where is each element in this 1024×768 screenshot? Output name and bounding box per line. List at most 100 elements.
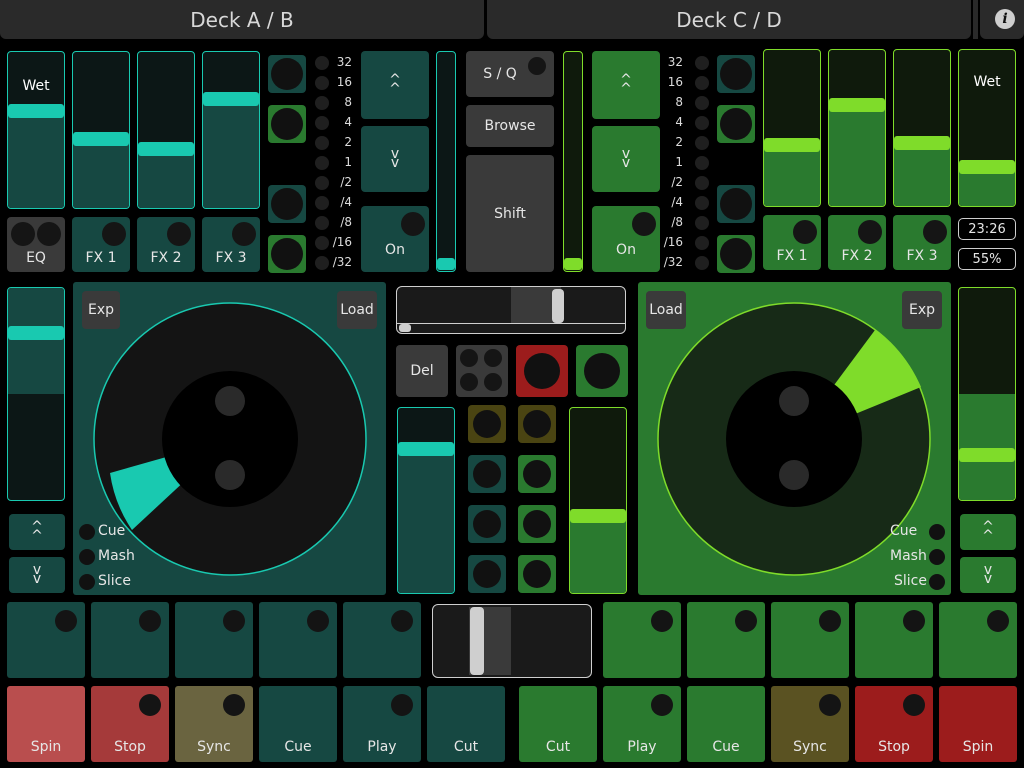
center-pad-7[interactable]	[468, 555, 506, 593]
crossfader[interactable]	[432, 604, 592, 678]
left-loop-up-button[interactable]: ^ ^	[361, 51, 429, 119]
left-pad-5[interactable]	[343, 602, 421, 678]
left-spin-pad[interactable]: Spin	[7, 686, 85, 762]
right-fx2-slider[interactable]	[828, 49, 886, 207]
right-stop-pad[interactable]: Stop	[855, 686, 933, 762]
left-loop-btn-4[interactable]	[268, 235, 306, 273]
right-loop-led[interactable]	[695, 196, 709, 210]
left-volume-handle[interactable]	[8, 326, 64, 340]
left-fx2-handle[interactable]	[138, 142, 194, 156]
left-stop-pad[interactable]: Stop	[91, 686, 169, 762]
right-fx1-handle[interactable]	[764, 138, 820, 152]
left-loop-btn-1[interactable]	[268, 55, 306, 93]
left-channel-fader[interactable]	[397, 407, 455, 594]
right-play-pad[interactable]: Play	[603, 686, 681, 762]
right-loop-led[interactable]	[695, 96, 709, 110]
left-wet-handle[interactable]	[8, 104, 64, 118]
right-pitch-bar[interactable]	[563, 51, 583, 272]
browse-button[interactable]: Browse	[466, 105, 554, 147]
right-pad-5[interactable]	[939, 602, 1017, 678]
left-fx1-button[interactable]: FX 1	[72, 217, 130, 272]
right-pitch-down-button[interactable]: vv	[960, 557, 1016, 593]
right-pad-3[interactable]	[771, 602, 849, 678]
grid-button[interactable]	[456, 345, 508, 397]
left-fx1-slider[interactable]	[72, 51, 130, 209]
right-loop-btn-1[interactable]	[717, 55, 755, 93]
left-pad-4[interactable]	[259, 602, 337, 678]
right-fx1-button[interactable]: FX 1	[763, 215, 821, 270]
left-channel-handle[interactable]	[398, 442, 454, 456]
right-pad-2[interactable]	[687, 602, 765, 678]
right-pad-4[interactable]	[855, 602, 933, 678]
center-pad-3[interactable]	[468, 455, 506, 493]
center-pad-1[interactable]	[468, 405, 506, 443]
right-loop-down-button[interactable]: vv	[592, 126, 660, 192]
left-cue-pad[interactable]: Cue	[259, 686, 337, 762]
left-fx2-slider[interactable]	[137, 51, 195, 209]
right-wet-handle[interactable]	[959, 160, 1015, 174]
left-cue-indicator[interactable]	[79, 524, 95, 540]
del-button[interactable]: Del	[396, 345, 448, 397]
right-loop-led[interactable]	[695, 176, 709, 190]
right-cue-pad[interactable]: Cue	[687, 686, 765, 762]
left-pitch-handle[interactable]	[437, 258, 455, 270]
crossfader-fine-handle[interactable]	[552, 289, 564, 323]
center-pad-5[interactable]	[468, 505, 506, 543]
left-wet-slider[interactable]: Wet	[7, 51, 65, 209]
tab-deck-ab[interactable]: Deck A / B	[0, 0, 484, 39]
right-channel-handle[interactable]	[570, 509, 626, 523]
right-slice-indicator[interactable]	[929, 574, 945, 590]
crossfader-fine[interactable]	[396, 286, 626, 334]
left-volume-slider[interactable]	[7, 287, 65, 501]
right-mash-indicator[interactable]	[929, 549, 945, 565]
right-loop-led[interactable]	[695, 56, 709, 70]
left-fx3-slider[interactable]	[202, 51, 260, 209]
right-loop-up-button[interactable]: ^ ^	[592, 51, 660, 119]
left-loop-on-button[interactable]: On	[361, 206, 429, 272]
right-fx1-slider[interactable]	[763, 49, 821, 207]
left-sync-pad[interactable]: Sync	[175, 686, 253, 762]
right-spin-pad[interactable]: Spin	[939, 686, 1017, 762]
right-volume-handle[interactable]	[959, 448, 1015, 462]
right-fx3-slider[interactable]	[893, 49, 951, 207]
center-pad-6[interactable]	[518, 505, 556, 543]
right-pad-1[interactable]	[603, 602, 681, 678]
left-mash-indicator[interactable]	[79, 549, 95, 565]
right-pitch-handle[interactable]	[564, 258, 582, 270]
right-loop-btn-3[interactable]	[717, 185, 755, 223]
center-pad-8[interactable]	[518, 555, 556, 593]
right-loop-led[interactable]	[695, 76, 709, 90]
right-cue-indicator[interactable]	[929, 524, 945, 540]
left-pitch-down-button[interactable]: vv	[9, 557, 65, 593]
right-fx2-button[interactable]: FX 2	[828, 215, 886, 270]
right-fx3-handle[interactable]	[894, 136, 950, 150]
right-loop-led[interactable]	[695, 236, 709, 250]
left-pad-3[interactable]	[175, 602, 253, 678]
left-play-pad[interactable]: Play	[343, 686, 421, 762]
right-channel-fader[interactable]	[569, 407, 627, 594]
left-loop-btn-3[interactable]	[268, 185, 306, 223]
shift-button[interactable]: Shift	[466, 155, 554, 272]
right-loop-led[interactable]	[695, 216, 709, 230]
left-loop-btn-2[interactable]	[268, 105, 306, 143]
center-pad-4[interactable]	[518, 455, 556, 493]
left-eq-button[interactable]: EQ	[7, 217, 65, 272]
info-button[interactable]: i	[980, 0, 1024, 39]
right-loop-btn-4[interactable]	[717, 235, 755, 273]
right-pitch-up-button[interactable]: ^ ^	[960, 514, 1016, 550]
right-fx3-button[interactable]: FX 3	[893, 215, 951, 270]
right-fx2-handle[interactable]	[829, 98, 885, 112]
right-loop-led[interactable]	[695, 156, 709, 170]
right-loop-led[interactable]	[695, 116, 709, 130]
left-cut-pad[interactable]: Cut	[427, 686, 505, 762]
right-loop-led[interactable]	[695, 136, 709, 150]
right-wet-slider[interactable]: Wet	[958, 49, 1016, 207]
left-loop-down-button[interactable]: vv	[361, 126, 429, 192]
right-sync-pad[interactable]: Sync	[771, 686, 849, 762]
right-loop-btn-2[interactable]	[717, 105, 755, 143]
left-fx2-button[interactable]: FX 2	[137, 217, 195, 272]
right-cut-pad[interactable]: Cut	[519, 686, 597, 762]
left-fx1-handle[interactable]	[73, 132, 129, 146]
center-green-button[interactable]	[576, 345, 628, 397]
left-pad-1[interactable]	[7, 602, 85, 678]
